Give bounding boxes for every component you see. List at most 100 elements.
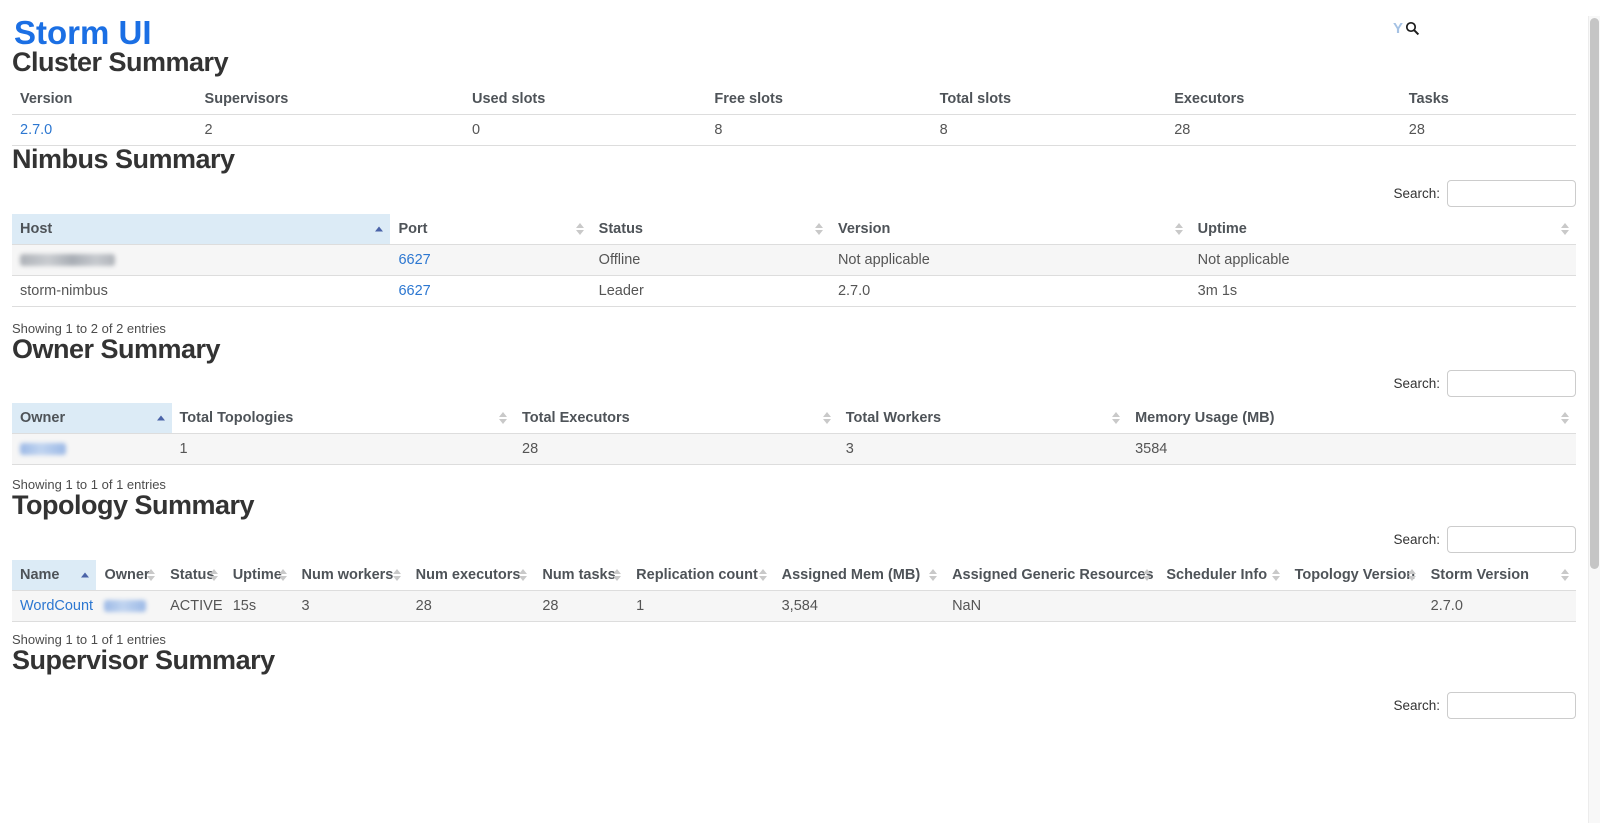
topology-num-executors-value: 28	[408, 591, 535, 622]
sort-both-icon	[519, 569, 527, 581]
col-memory-usage[interactable]: Memory Usage (MB)	[1127, 403, 1576, 434]
col-topo-uptime[interactable]: Uptime	[225, 560, 294, 591]
col-num-workers[interactable]: Num workers	[294, 560, 408, 591]
owner-search-input[interactable]	[1447, 370, 1576, 397]
nimbus-status-value: Offline	[591, 245, 830, 276]
sort-both-icon	[815, 223, 823, 235]
nimbus-row-2: storm-nimbus 6627 Leader 2.7.0 3m 1s	[12, 276, 1576, 307]
nimbus-search-label: Search:	[1393, 186, 1440, 201]
topology-num-tasks-value: 28	[534, 591, 628, 622]
sort-both-icon	[929, 569, 937, 581]
topology-storm-version-value: 2.7.0	[1423, 591, 1576, 622]
nimbus-summary-heading: Nimbus Summary	[12, 146, 1576, 173]
topology-agr-value: NaN	[944, 591, 1158, 622]
col-assigned-mem[interactable]: Assigned Mem (MB)	[774, 560, 944, 591]
topology-replication-count-value: 1	[628, 591, 773, 622]
col-used-slots: Used slots	[464, 84, 706, 115]
topology-uptime-value: 15s	[225, 591, 294, 622]
cluster-executors-value: 28	[1166, 115, 1401, 146]
nimbus-search-input[interactable]	[1447, 180, 1576, 207]
nimbus-search-bar: Search:	[12, 180, 1576, 207]
topology-summary-heading: Topology Summary	[12, 492, 1576, 519]
cluster-summary-heading: Cluster Summary	[12, 49, 1576, 76]
search-icon[interactable]	[1405, 21, 1420, 36]
filter-icon[interactable]: Y	[1393, 21, 1403, 36]
cluster-total-slots-value: 8	[932, 115, 1167, 146]
col-num-executors[interactable]: Num executors	[408, 560, 535, 591]
col-owner[interactable]: Owner	[12, 403, 172, 434]
topology-data-row: WordCount ACTIVE 15s 3 28 28 1 3,584 NaN…	[12, 591, 1576, 622]
col-tasks: Tasks	[1401, 84, 1576, 115]
sort-asc-icon	[81, 573, 89, 578]
supervisor-search-label: Search:	[1393, 698, 1440, 713]
col-num-tasks[interactable]: Num tasks	[534, 560, 628, 591]
owner-total-topologies-value: 1	[172, 434, 515, 465]
nimbus-status-value: Leader	[591, 276, 830, 307]
sort-both-icon	[576, 223, 584, 235]
owner-summary-heading: Owner Summary	[12, 336, 1576, 363]
col-storm-version[interactable]: Storm Version	[1423, 560, 1576, 591]
owner-data-row: 1 28 3 3584	[12, 434, 1576, 465]
col-topology-version[interactable]: Topology Version	[1287, 560, 1423, 591]
col-name[interactable]: Name	[12, 560, 96, 591]
nimbus-version-value: 2.7.0	[830, 276, 1190, 307]
owner-total-workers-value: 3	[838, 434, 1127, 465]
col-executors: Executors	[1166, 84, 1401, 115]
col-topo-owner[interactable]: Owner	[96, 560, 162, 591]
cluster-data-row: 2.7.0 2 0 8 8 28 28	[12, 115, 1576, 146]
col-uptime[interactable]: Uptime	[1190, 214, 1576, 245]
sort-both-icon	[759, 569, 767, 581]
nimbus-uptime-value: Not applicable	[1190, 245, 1576, 276]
sort-asc-icon	[157, 416, 165, 421]
topology-assigned-mem-value: 3,584	[774, 591, 944, 622]
owner-search-label: Search:	[1393, 376, 1440, 391]
sort-both-icon	[210, 569, 218, 581]
col-replication-count[interactable]: Replication count	[628, 560, 773, 591]
nimbus-uptime-value: 3m 1s	[1190, 276, 1576, 307]
nimbus-port-link[interactable]: 6627	[398, 283, 430, 299]
cluster-version-link[interactable]: 2.7.0	[20, 122, 52, 138]
topology-name-link[interactable]: WordCount	[20, 598, 93, 614]
col-total-workers[interactable]: Total Workers	[838, 403, 1127, 434]
col-port[interactable]: Port	[390, 214, 590, 245]
col-nimbus-version[interactable]: Version	[830, 214, 1190, 245]
nimbus-summary-table: Host Port Status Version Uptime	[12, 214, 1576, 307]
owner-total-executors-value: 28	[514, 434, 838, 465]
sort-both-icon	[393, 569, 401, 581]
col-version: Version	[12, 84, 197, 115]
scrollbar-thumb[interactable]	[1590, 18, 1599, 569]
sort-both-icon	[1561, 569, 1569, 581]
supervisor-search-input[interactable]	[1447, 692, 1576, 719]
col-total-topologies[interactable]: Total Topologies	[172, 403, 515, 434]
nimbus-port-link[interactable]: 6627	[398, 252, 430, 268]
col-total-executors[interactable]: Total Executors	[514, 403, 838, 434]
cluster-supervisors-value: 2	[197, 115, 464, 146]
redacted-owner-link[interactable]	[20, 443, 66, 455]
sort-both-icon	[499, 412, 507, 424]
col-topo-status[interactable]: Status	[162, 560, 225, 591]
sort-both-icon	[1175, 223, 1183, 235]
owner-header-row: Owner Total Topologies Total Executors T…	[12, 403, 1576, 434]
col-host[interactable]: Host	[12, 214, 390, 245]
topology-scheduler-info-value	[1158, 591, 1286, 622]
col-status[interactable]: Status	[591, 214, 830, 245]
topology-num-workers-value: 3	[294, 591, 408, 622]
col-free-slots: Free slots	[706, 84, 931, 115]
col-scheduler-info[interactable]: Scheduler Info	[1158, 560, 1286, 591]
sort-both-icon	[823, 412, 831, 424]
cluster-tasks-value: 28	[1401, 115, 1576, 146]
col-assigned-generic-resources[interactable]: Assigned Generic Resources	[944, 560, 1158, 591]
sort-both-icon	[147, 569, 155, 581]
topology-search-input[interactable]	[1447, 526, 1576, 553]
page-title[interactable]: Storm UI	[14, 16, 1576, 49]
sort-both-icon	[1112, 412, 1120, 424]
sort-both-icon	[613, 569, 621, 581]
col-supervisors: Supervisors	[197, 84, 464, 115]
topology-search-bar: Search:	[12, 526, 1576, 553]
owner-summary-table: Owner Total Topologies Total Executors T…	[12, 403, 1576, 465]
redacted-host-value	[20, 254, 115, 266]
redacted-topology-owner	[104, 600, 146, 612]
sort-both-icon	[1408, 569, 1416, 581]
sort-both-icon	[1561, 412, 1569, 424]
scrollbar-track[interactable]	[1588, 16, 1600, 823]
